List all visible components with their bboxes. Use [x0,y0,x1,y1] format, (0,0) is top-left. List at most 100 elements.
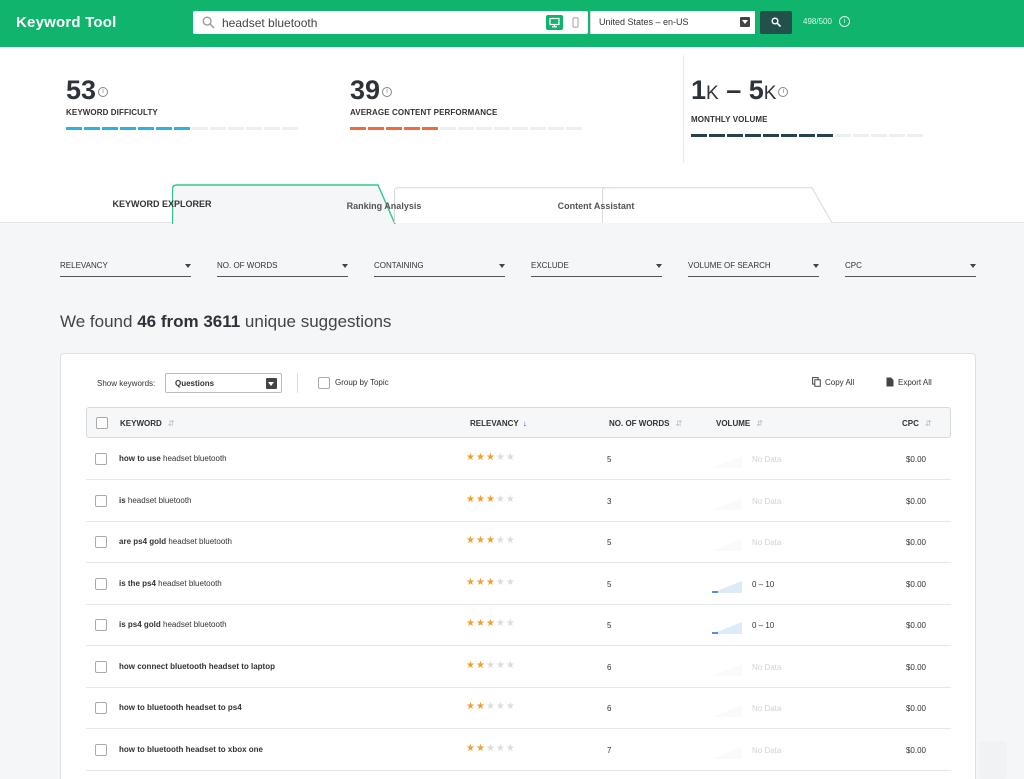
volume-value: No Data [752,455,782,464]
star-icon: ★ [475,493,486,505]
table-row[interactable]: is ps4 gold headset bluetooth ★★★★★ 5 0 … [86,604,951,646]
filter-cpc[interactable]: CPC [845,256,976,277]
brand-logo[interactable]: Keyword Tool [16,14,116,31]
table-row[interactable]: are ps4 gold headset bluetooth ★★★★★ 5 N… [86,521,951,563]
table-row[interactable]: is headset bluetooth ★★★★★ 3 No Data $0.… [86,480,951,522]
star-icon: ★ [466,452,476,463]
search-icon [202,16,215,29]
bar-segment [422,127,438,130]
copy-all-button[interactable]: Copy All [812,377,854,387]
filter-exclude[interactable]: EXCLUDE [531,256,662,277]
table-row[interactable]: is the ps4 headset bluetooth ★★★★★ 5 0 –… [86,563,951,605]
keyword-text[interactable]: how to bluetooth headset to ps4 [119,703,242,712]
bar-segment [889,134,905,137]
star-icon: ★ [475,618,486,629]
chevron-down-icon [970,264,976,268]
relevancy-stars: ★★★★★ [466,618,516,629]
row-checkbox[interactable] [95,494,107,507]
filter-containing[interactable]: CONTAINING [374,256,505,277]
table-row[interactable]: how connect bluetooth headset to laptop … [86,646,951,688]
search-input[interactable] [222,13,532,32]
keyword-text[interactable]: how to use headset bluetooth [119,454,227,463]
bar-segment [66,127,82,130]
chevron-down-icon [813,264,819,268]
info-icon[interactable]: i [98,86,109,97]
cpc-value: $0.00 [905,621,926,630]
row-checkbox[interactable] [95,660,107,673]
tab-content-assistant[interactable]: Content Assistant [486,187,833,223]
scroll-handle[interactable] [979,741,1007,779]
bar-segment [210,127,226,130]
bar-segment [264,127,280,130]
mobile-toggle[interactable] [567,15,584,30]
row-checkbox[interactable] [95,702,107,714]
info-icon[interactable]: i [778,86,789,97]
chevron-down-icon [656,264,662,268]
table-row[interactable]: how to bluetooth headset to ps4 ★★★★★ 6 … [86,687,951,729]
filter-volume-of-search[interactable]: VOLUME OF SEARCH [688,256,819,277]
star-icon: ★ [495,535,506,546]
filter-relevancy[interactable]: RELEVANCY [60,256,191,277]
star-icon: ★ [505,535,516,546]
row-checkbox[interactable] [95,619,107,631]
tab-keyword-explorer[interactable]: KEYWORD EXPLORER [60,184,396,224]
keyword-text[interactable]: how connect bluetooth headset to laptop [119,662,275,671]
difficulty-label: KEYWORD DIFFICULTY [66,108,158,117]
star-icon: ★ [495,493,506,505]
bar-segment [871,134,887,137]
keyword-text[interactable]: is headset bluetooth [119,496,192,505]
star-icon: ★ [475,535,486,546]
row-checkbox[interactable] [95,453,107,465]
bar-segment [853,134,869,137]
sort-icon: ⇵ [675,419,683,428]
locale-value: United States – en-US [599,17,689,27]
select-all-checkbox[interactable] [96,417,108,429]
search-button[interactable] [760,11,792,34]
group-by-topic-checkbox[interactable] [318,377,330,389]
bar-segment [138,127,154,130]
bar-segment [799,134,815,137]
keyword-text[interactable]: is ps4 gold headset bluetooth [119,620,227,629]
row-checkbox[interactable] [95,743,107,756]
top-bar: Keyword Tool United States – en-US [0,0,1024,47]
column-relevancy[interactable]: RELEVANCY ↓ [470,419,527,428]
metrics-divider [683,55,684,163]
table-row[interactable]: how to use headset bluetooth ★★★★★ 5 No … [86,438,951,480]
group-by-topic-label[interactable]: Group by Topic [335,378,389,387]
bar-segment [102,127,118,130]
volume-sparkline [712,539,742,551]
show-keywords-label: Show keywords: [97,379,156,388]
volume-sparkline [712,663,742,676]
content-label: AVERAGE CONTENT PERFORMANCE [350,108,498,117]
row-checkbox[interactable] [95,577,107,590]
column-volume[interactable]: VOLUME ⇵ [716,419,763,428]
column-cpc[interactable]: CPC ⇵ [902,419,932,428]
volume-value: No Data [752,745,782,755]
star-icon: ★ [466,659,476,671]
tab-ranking-analysis[interactable]: Ranking Analysis [273,187,633,223]
export-all-button[interactable]: Export All [886,377,932,387]
column-keyword[interactable]: KEYWORD ⇵ [120,419,174,428]
column-no-of-words[interactable]: NO. OF WORDS ⇵ [609,419,682,428]
sort-desc-icon: ↓ [522,419,527,428]
info-icon[interactable]: i [382,86,393,97]
keyword-text[interactable]: how to bluetooth headset to xbox one [119,745,263,754]
sort-icon: ⇵ [167,419,175,428]
metric-keyword-difficulty: 53 i KEYWORD DIFFICULTY [66,75,298,131]
word-count: 6 [607,662,612,672]
keyword-text[interactable]: are ps4 gold headset bluetooth [119,537,232,546]
results-summary: We found 46 from 3611 unique suggestions [60,312,392,331]
show-keywords-select[interactable]: Questions [165,373,282,393]
volume-label: MONTHLY VOLUME [691,115,768,124]
table-row[interactable]: how to bluetooth headset to xbox one ★★★… [86,729,951,771]
keyword-text[interactable]: is the ps4 headset bluetooth [119,579,222,588]
info-icon[interactable]: i [839,16,850,27]
chevron-down-icon [499,264,505,268]
locale-select[interactable]: United States – en-US [590,11,755,34]
filter-no-of-words[interactable]: NO. OF WORDS [217,256,348,277]
volume-sparkline [712,746,742,759]
row-checkbox[interactable] [95,536,107,548]
desktop-toggle[interactable] [546,15,563,30]
bar-segment [835,134,851,137]
word-count: 7 [607,745,612,755]
